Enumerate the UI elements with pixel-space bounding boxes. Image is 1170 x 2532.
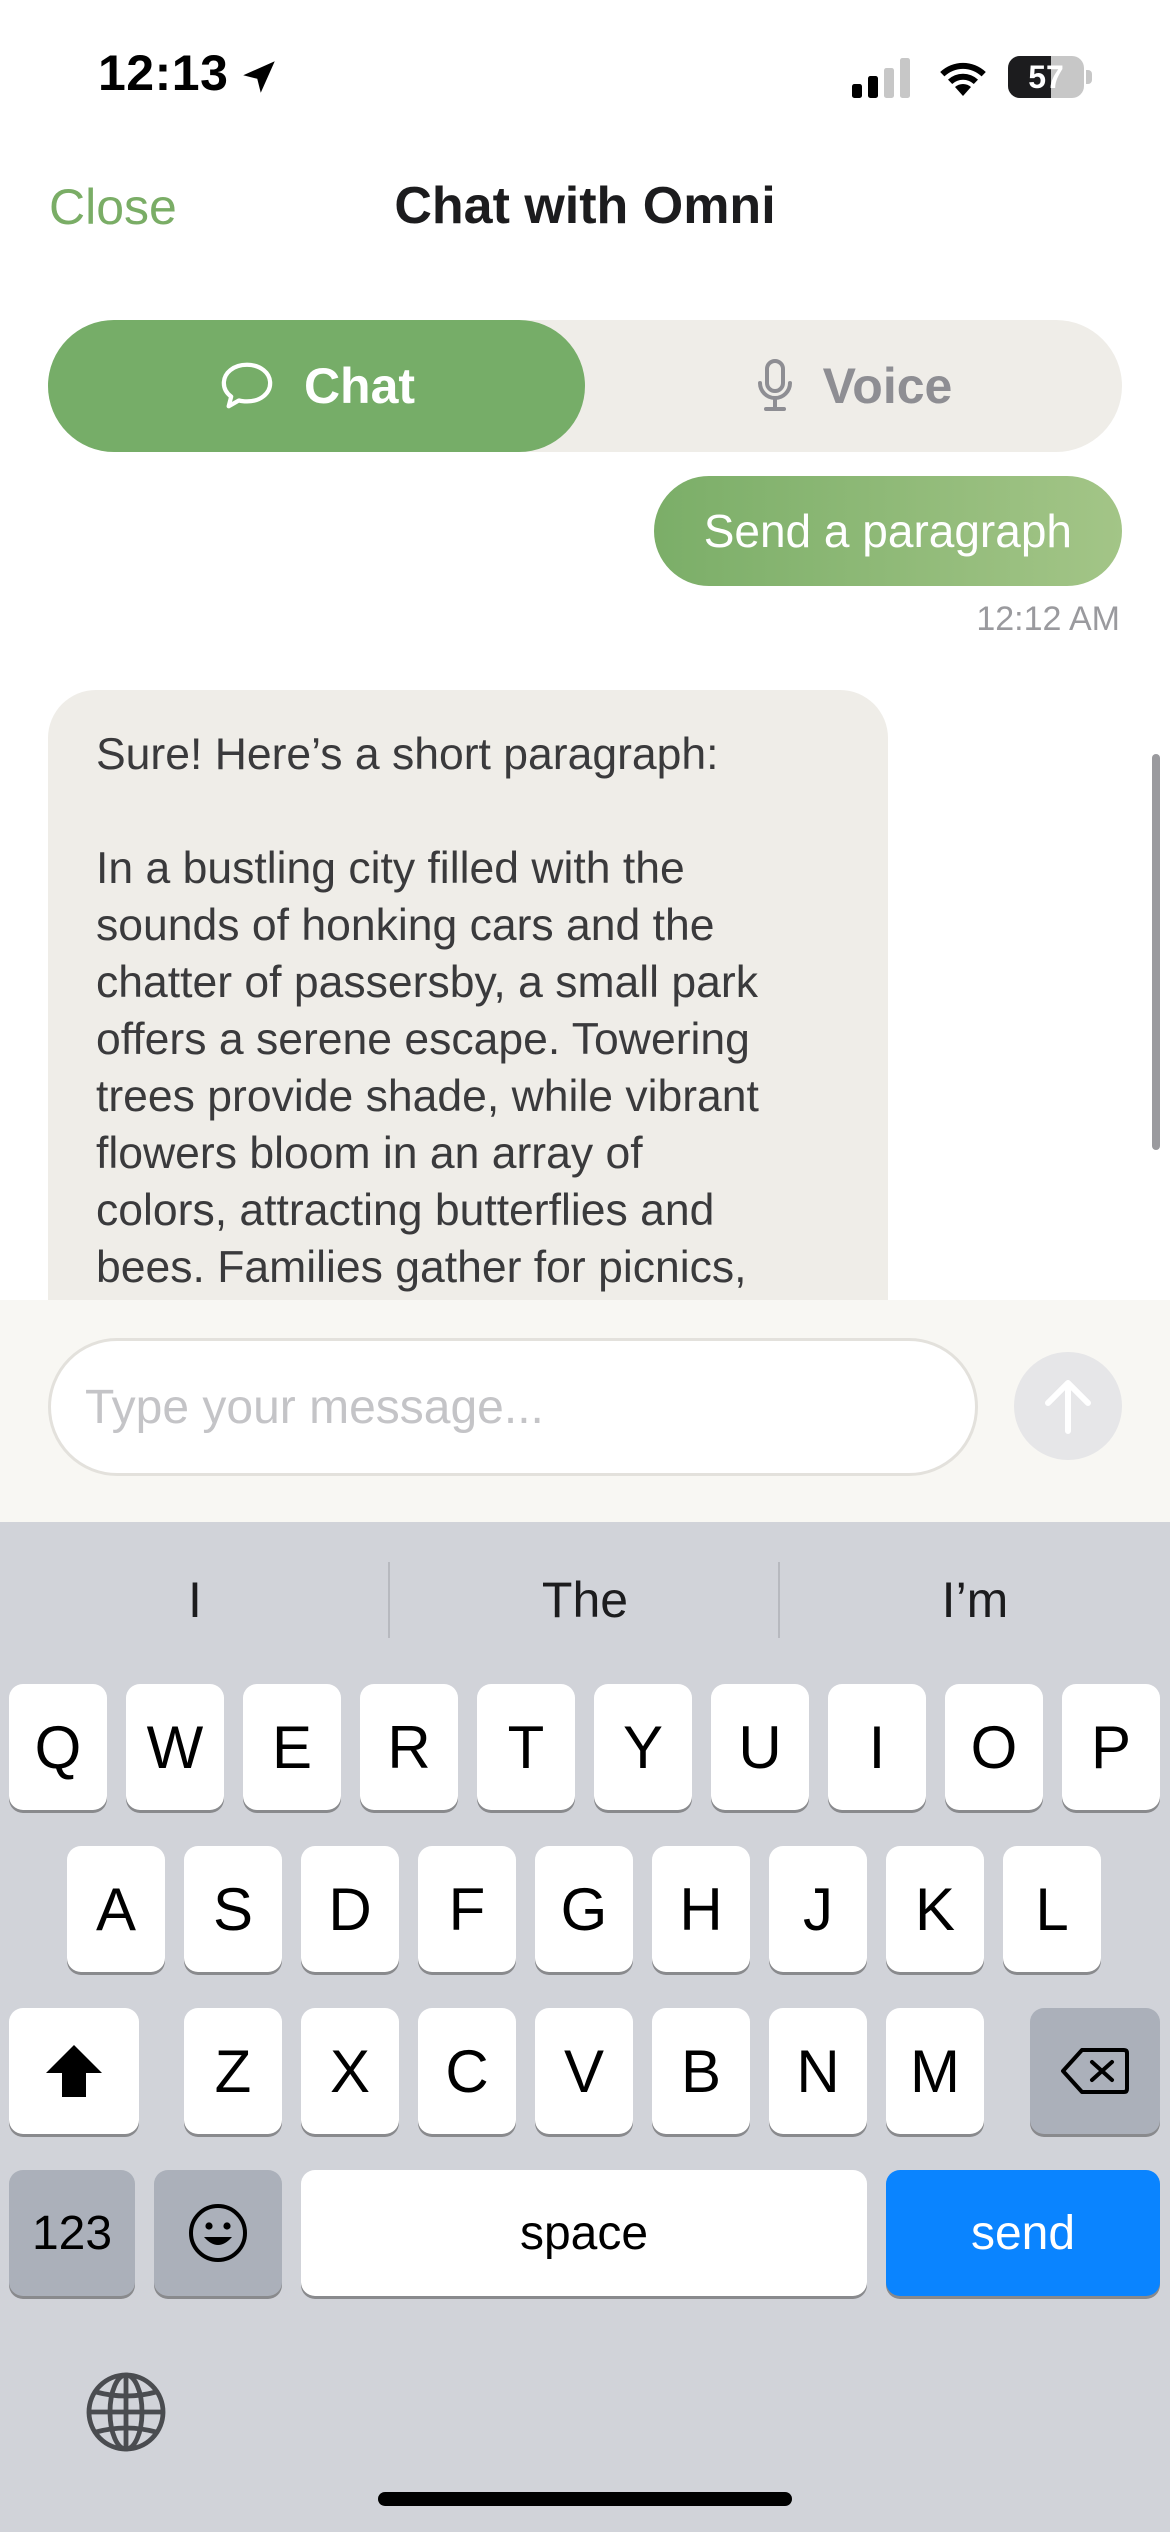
key-c[interactable]: C bbox=[418, 2008, 516, 2134]
key-w[interactable]: W bbox=[126, 1684, 224, 1810]
key-n[interactable]: N bbox=[769, 2008, 867, 2134]
key-r[interactable]: R bbox=[360, 1684, 458, 1810]
key-o[interactable]: O bbox=[945, 1684, 1043, 1810]
composer-bar bbox=[0, 1300, 1170, 1522]
key-b[interactable]: B bbox=[652, 2008, 750, 2134]
status-bar: 12:13 57 bbox=[0, 0, 1170, 150]
emoji-icon bbox=[189, 2204, 247, 2262]
key-x[interactable]: X bbox=[301, 2008, 399, 2134]
key-y[interactable]: Y bbox=[594, 1684, 692, 1810]
tab-chat[interactable]: Chat bbox=[48, 320, 585, 452]
backspace-key[interactable] bbox=[1030, 2008, 1160, 2134]
message-input[interactable] bbox=[48, 1338, 978, 1476]
assistant-message-line: offers a serene escape. Towering bbox=[96, 1015, 750, 1064]
mode-segmented-control: Chat Voice bbox=[48, 320, 1122, 452]
send-message-button[interactable] bbox=[1014, 1352, 1122, 1460]
tab-voice-label: Voice bbox=[822, 358, 953, 414]
message-timestamp: 12:12 AM bbox=[976, 600, 1120, 638]
tab-voice[interactable]: Voice bbox=[585, 320, 1122, 452]
key-g[interactable]: G bbox=[535, 1846, 633, 1972]
key-j[interactable]: J bbox=[769, 1846, 867, 1972]
assistant-message-line: flowers bloom in an array of bbox=[96, 1129, 643, 1178]
message-list[interactable]: Send a paragraph 12:12 AM Sure! Here’s a… bbox=[0, 470, 1170, 1300]
key-l[interactable]: L bbox=[1003, 1846, 1101, 1972]
location-arrow-icon bbox=[243, 61, 275, 93]
battery-icon: 57 bbox=[1008, 56, 1092, 98]
assistant-message-intro: Sure! Here’s a short paragraph: bbox=[96, 730, 719, 779]
arrow-up-icon bbox=[1045, 1380, 1091, 1434]
globe-icon[interactable] bbox=[84, 2370, 168, 2454]
suggestion-item[interactable]: I’m bbox=[780, 1522, 1170, 1678]
user-message-bubble: Send a paragraph bbox=[653, 476, 1122, 586]
chat-bubble-icon bbox=[221, 362, 273, 409]
backspace-icon bbox=[1061, 2048, 1129, 2094]
numbers-key[interactable]: 123 bbox=[9, 2170, 135, 2296]
key-a[interactable]: A bbox=[67, 1846, 165, 1972]
key-s[interactable]: S bbox=[184, 1846, 282, 1972]
cellular-signal-icon bbox=[852, 58, 910, 98]
assistant-message-line: colors, attracting butterflies and bbox=[96, 1186, 715, 1235]
key-m[interactable]: M bbox=[886, 2008, 984, 2134]
suggestion-item[interactable]: The bbox=[390, 1522, 780, 1678]
key-q[interactable]: Q bbox=[9, 1684, 107, 1810]
assistant-message-bubble: Sure! Here’s a short paragraph: In a bus… bbox=[48, 690, 888, 1300]
microphone-icon bbox=[757, 359, 792, 411]
assistant-message-line: In a bustling city filled with the bbox=[96, 844, 685, 893]
assistant-message-line: trees provide shade, while vibrant bbox=[96, 1072, 759, 1121]
wifi-icon bbox=[940, 62, 986, 96]
key-h[interactable]: H bbox=[652, 1846, 750, 1972]
keyboard-send-key[interactable]: send bbox=[886, 2170, 1160, 2296]
key-d[interactable]: D bbox=[301, 1846, 399, 1972]
key-z[interactable]: Z bbox=[184, 2008, 282, 2134]
key-f[interactable]: F bbox=[418, 1846, 516, 1972]
emoji-key[interactable] bbox=[154, 2170, 282, 2296]
keyboard: I The I’m Q W E R T Y U I O P A S D F G … bbox=[0, 1522, 1170, 2532]
key-i[interactable]: I bbox=[828, 1684, 926, 1810]
assistant-message-line: chatter of passersby, a small park bbox=[96, 958, 759, 1007]
page-title: Chat with Omni bbox=[394, 177, 776, 235]
key-k[interactable]: K bbox=[886, 1846, 984, 1972]
battery-level: 57 bbox=[1028, 59, 1064, 95]
key-t[interactable]: T bbox=[477, 1684, 575, 1810]
predictive-suggestions: I The I’m bbox=[0, 1522, 1170, 1678]
assistant-message-line: bees. Families gather for picnics, bbox=[96, 1243, 747, 1292]
scrollbar[interactable] bbox=[1152, 754, 1160, 1150]
key-p[interactable]: P bbox=[1062, 1684, 1160, 1810]
suggestion-item[interactable]: I bbox=[0, 1522, 390, 1678]
shift-key[interactable] bbox=[9, 2008, 139, 2134]
status-time: 12:13 bbox=[98, 45, 229, 101]
assistant-message-line: sounds of honking cars and the bbox=[96, 901, 715, 950]
key-v[interactable]: V bbox=[535, 2008, 633, 2134]
tab-chat-label: Chat bbox=[303, 358, 416, 414]
home-indicator bbox=[378, 2492, 792, 2506]
key-e[interactable]: E bbox=[243, 1684, 341, 1810]
shift-icon bbox=[46, 2045, 102, 2097]
key-u[interactable]: U bbox=[711, 1684, 809, 1810]
space-key[interactable]: space bbox=[301, 2170, 867, 2296]
